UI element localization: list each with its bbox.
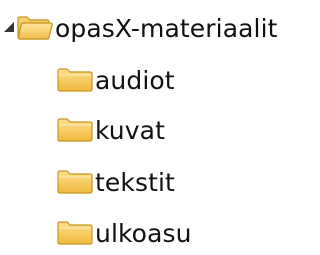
tree-item-opasx-materiaalit[interactable]: opasX-materiaalit (2, 9, 278, 45)
folder-tree: opasX-materiaalit audiot kuvat tekstit u… (0, 0, 301, 255)
folder-icon (56, 115, 94, 143)
tree-item-label: ulkoasu (95, 218, 192, 248)
tree-item-label: audiot (95, 65, 175, 95)
tree-item-kuvat[interactable]: kuvat (56, 111, 165, 147)
folder-icon (56, 218, 94, 246)
folder-icon (56, 65, 94, 93)
tree-item-label: tekstit (95, 167, 175, 197)
triangle-down-icon[interactable] (2, 18, 16, 36)
folder-icon (56, 167, 94, 195)
tree-item-label: opasX-materiaalit (55, 13, 278, 43)
tree-item-tekstit[interactable]: tekstit (56, 163, 175, 199)
folder-open-icon (16, 13, 54, 41)
tree-item-ulkoasu[interactable]: ulkoasu (56, 214, 192, 250)
tree-item-audiot[interactable]: audiot (56, 61, 175, 97)
tree-item-label: kuvat (95, 115, 165, 145)
